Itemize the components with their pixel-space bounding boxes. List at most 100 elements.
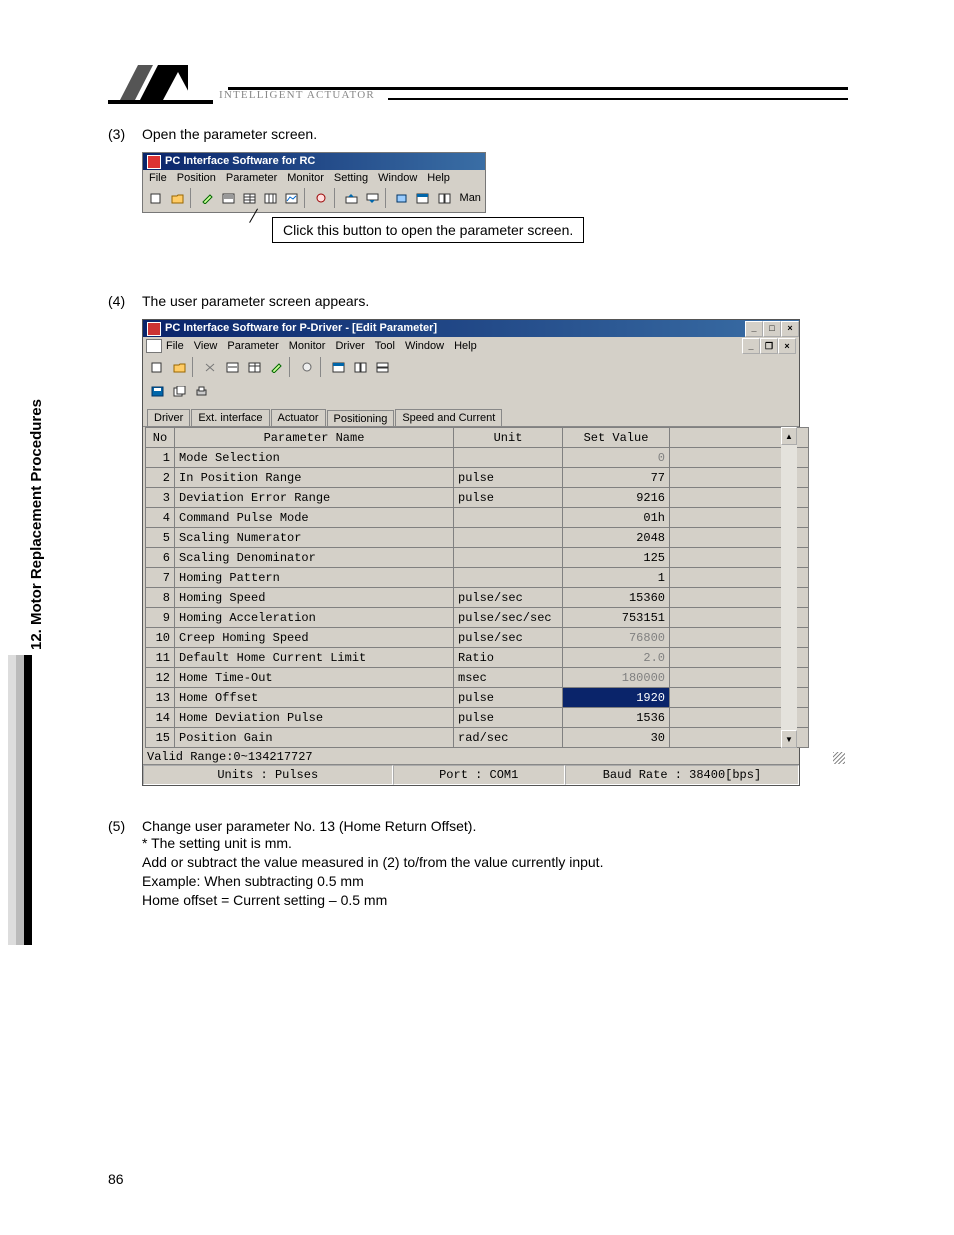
open-icon[interactable] — [169, 357, 189, 377]
cell-value[interactable]: 1920 — [563, 688, 670, 708]
column-icon[interactable] — [435, 188, 454, 208]
save-icon[interactable] — [147, 381, 167, 401]
cell-value[interactable]: 2.0 — [563, 648, 670, 668]
cell-value[interactable]: 30 — [563, 728, 670, 748]
cell-value[interactable]: 1536 — [563, 708, 670, 728]
scroll-up-icon[interactable]: ▲ — [781, 427, 797, 445]
cell-no: 6 — [146, 548, 175, 568]
mdi-close-icon[interactable]: × — [778, 338, 796, 354]
list-icon[interactable] — [219, 188, 238, 208]
window3-icon[interactable] — [372, 357, 392, 377]
cell-value[interactable]: 9216 — [563, 488, 670, 508]
cell-no: 12 — [146, 668, 175, 688]
new-icon[interactable] — [147, 357, 167, 377]
table-row[interactable]: 1Mode Selection0 — [146, 448, 809, 468]
menu-window[interactable]: Window — [378, 172, 417, 184]
grid-icon[interactable] — [261, 188, 280, 208]
menu-tool[interactable]: Tool — [375, 340, 395, 352]
menu-parameter[interactable]: Parameter — [227, 340, 278, 352]
cell-no: 11 — [146, 648, 175, 668]
close-icon[interactable]: × — [781, 321, 799, 337]
table-row[interactable]: 15Position Gainrad/sec30 — [146, 728, 809, 748]
copy-icon[interactable] — [169, 381, 189, 401]
menu-file[interactable]: File — [166, 340, 184, 352]
table-row[interactable]: 2In Position Rangepulse77 — [146, 468, 809, 488]
cell-value[interactable]: 15360 — [563, 588, 670, 608]
cell-value[interactable]: 753151 — [563, 608, 670, 628]
resize-handle[interactable] — [833, 752, 845, 764]
table-row[interactable]: 5Scaling Numerator2048 — [146, 528, 809, 548]
window2-icon[interactable] — [350, 357, 370, 377]
table-row[interactable]: 11Default Home Current LimitRatio2.0 — [146, 648, 809, 668]
tab-actuator[interactable]: Actuator — [271, 409, 326, 426]
maximize-icon[interactable]: □ — [763, 321, 781, 337]
scroll-down-icon[interactable]: ▼ — [781, 730, 797, 748]
cell-value[interactable]: 180000 — [563, 668, 670, 688]
open-icon[interactable] — [168, 188, 187, 208]
table-row[interactable]: 6Scaling Denominator125 — [146, 548, 809, 568]
menu-monitor[interactable]: Monitor — [289, 340, 326, 352]
status-baud: Baud Rate : 38400[bps] — [565, 765, 799, 785]
table-row[interactable]: 14Home Deviation Pulsepulse1536 — [146, 708, 809, 728]
cell-value[interactable]: 77 — [563, 468, 670, 488]
menu-help[interactable]: Help — [427, 172, 450, 184]
cell-value[interactable]: 76800 — [563, 628, 670, 648]
cell-unit: pulse/sec — [454, 628, 563, 648]
table-row[interactable]: 13Home Offsetpulse1920 — [146, 688, 809, 708]
menu-setting[interactable]: Setting — [334, 172, 368, 184]
cell-value[interactable]: 2048 — [563, 528, 670, 548]
menu-position[interactable]: Position — [177, 172, 216, 184]
mdi-restore-icon[interactable]: ❐ — [760, 338, 778, 354]
tab-positioning[interactable]: Positioning — [327, 410, 395, 427]
step-number: (4) — [108, 293, 142, 309]
cut-icon[interactable] — [200, 357, 220, 377]
minimize-icon[interactable]: _ — [745, 321, 763, 337]
tab-driver[interactable]: Driver — [147, 409, 190, 426]
cell-name: Deviation Error Range — [175, 488, 454, 508]
cell-value[interactable]: 01h — [563, 508, 670, 528]
cell-value[interactable]: 0 — [563, 448, 670, 468]
menu-monitor[interactable]: Monitor — [287, 172, 324, 184]
table-row[interactable]: 10Creep Homing Speedpulse/sec76800 — [146, 628, 809, 648]
vertical-scrollbar[interactable]: ▲ ▼ — [781, 427, 797, 748]
table-row[interactable]: 7Homing Pattern1 — [146, 568, 809, 588]
cell-value[interactable]: 125 — [563, 548, 670, 568]
download-icon[interactable] — [363, 188, 382, 208]
table-row[interactable]: 9Homing Accelerationpulse/sec/sec753151 — [146, 608, 809, 628]
menu-window[interactable]: Window — [405, 340, 444, 352]
menu-file[interactable]: File — [149, 172, 167, 184]
alarm-icon[interactable] — [312, 188, 331, 208]
cell-name: Scaling Numerator — [175, 528, 454, 548]
edit-icon[interactable] — [266, 357, 286, 377]
print-icon[interactable] — [191, 381, 211, 401]
table-icon[interactable] — [240, 188, 259, 208]
new-icon[interactable] — [147, 188, 166, 208]
menu-parameter[interactable]: Parameter — [226, 172, 277, 184]
cell-value[interactable]: 1 — [563, 568, 670, 588]
settings-icon[interactable] — [392, 188, 411, 208]
titlebar-rc: PC Interface Software for RC — [143, 153, 485, 170]
menu-driver[interactable]: Driver — [335, 340, 364, 352]
table-row[interactable]: 12Home Time-Outmsec180000 — [146, 668, 809, 688]
step-number: (3) — [108, 126, 142, 142]
menu-view[interactable]: View — [194, 340, 218, 352]
menubar-rc[interactable]: File Position Parameter Monitor Setting … — [143, 170, 485, 186]
list-icon[interactable] — [222, 357, 242, 377]
col-unit: Unit — [454, 428, 563, 448]
edit-icon[interactable] — [198, 188, 217, 208]
table-icon[interactable] — [244, 357, 264, 377]
tab-speed-current[interactable]: Speed and Current — [395, 409, 502, 426]
menu-help[interactable]: Help — [454, 340, 477, 352]
table-row[interactable]: 3Deviation Error Rangepulse9216 — [146, 488, 809, 508]
table-row[interactable]: 4Command Pulse Mode01h — [146, 508, 809, 528]
tab-ext-interface[interactable]: Ext. interface — [191, 409, 269, 426]
step-number: (5) — [108, 818, 142, 834]
page-number: 86 — [108, 1171, 124, 1187]
upload-icon[interactable] — [342, 188, 361, 208]
table-row[interactable]: 8Homing Speedpulse/sec15360 — [146, 588, 809, 608]
alarm-icon[interactable] — [297, 357, 317, 377]
mdi-minimize-icon[interactable]: _ — [742, 338, 760, 354]
window1-icon[interactable] — [328, 357, 348, 377]
window-icon[interactable] — [413, 188, 432, 208]
chart-icon[interactable] — [282, 188, 301, 208]
